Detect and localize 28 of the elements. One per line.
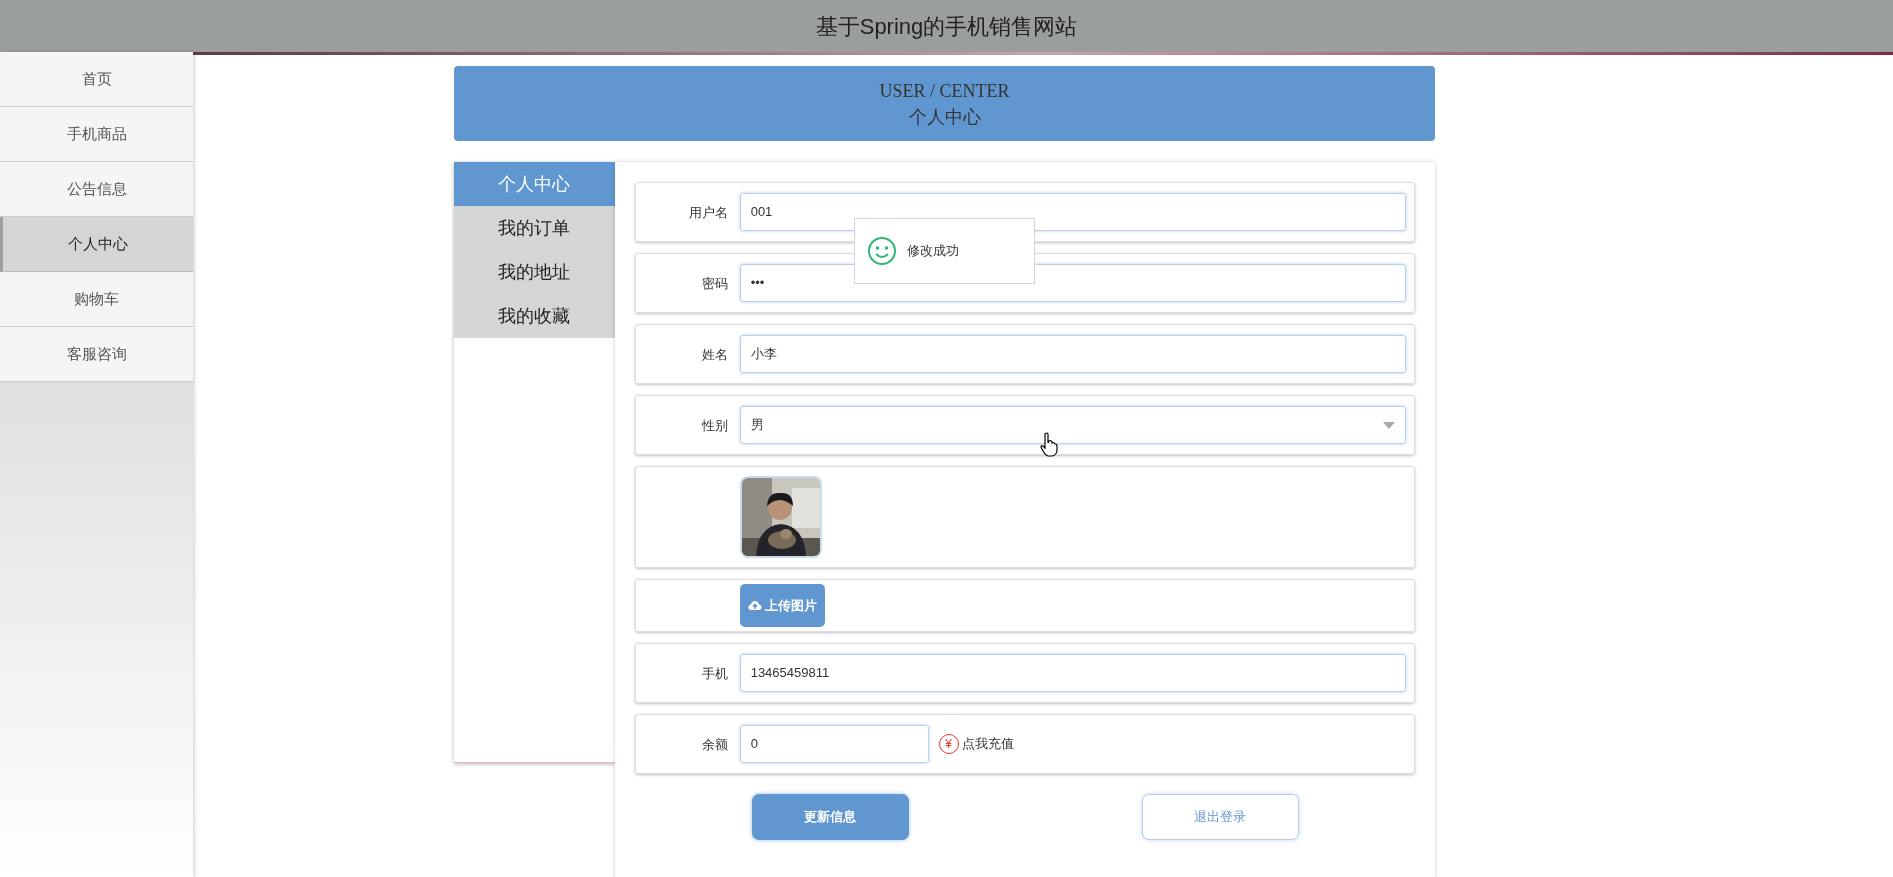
- toast-message: 修改成功: [907, 242, 959, 261]
- banner-subtitle: 个人中心: [908, 105, 981, 129]
- cloud-upload-icon: [747, 600, 762, 611]
- nav-item[interactable]: 购物车: [0, 272, 193, 327]
- input-field[interactable]: 0: [739, 725, 929, 763]
- menu-item[interactable]: 我的订单: [454, 206, 615, 250]
- caret-icon: [1383, 421, 1395, 429]
- select-field[interactable]: 男: [739, 406, 1406, 444]
- field-label: 密码: [701, 276, 728, 291]
- recharge-link[interactable]: 点我充值: [961, 734, 1014, 754]
- nav-item[interactable]: 公告信息: [0, 162, 193, 217]
- menu-item[interactable]: 我的地址: [454, 250, 615, 294]
- smiley-icon: [867, 236, 897, 266]
- hand-cursor-icon: [1040, 432, 1058, 458]
- nav-item[interactable]: 个人中心: [0, 217, 193, 272]
- input-field[interactable]: 小李: [739, 335, 1406, 373]
- site-title: 基于Spring的手机销售网站: [815, 12, 1078, 41]
- field-label: 余额: [701, 737, 728, 752]
- field-label: 性别: [701, 418, 728, 433]
- input-field[interactable]: 13465459811: [739, 654, 1406, 692]
- field-label: 用户名: [688, 205, 728, 220]
- menu-item[interactable]: 我的收藏: [454, 294, 615, 338]
- field-label: 手机: [701, 666, 728, 681]
- nav-item[interactable]: 客服咨询: [0, 327, 193, 382]
- nav-item[interactable]: 手机商品: [0, 107, 193, 162]
- field-label: 姓名: [701, 347, 728, 362]
- banner-title: USER / CENTER: [879, 79, 1010, 103]
- nav-item[interactable]: 首页: [0, 52, 193, 107]
